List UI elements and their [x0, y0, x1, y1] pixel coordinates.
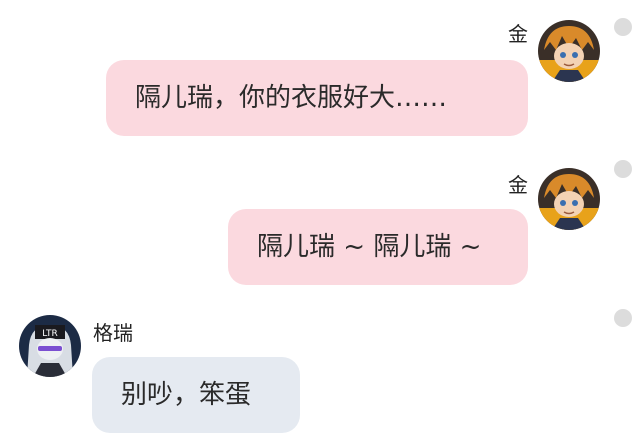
chat-message: 金 隔儿瑞 ~ 隔儿瑞 ~	[0, 150, 640, 295]
message-bubble[interactable]: 隔儿瑞 ~ 隔儿瑞 ~	[228, 209, 528, 285]
message-bubble[interactable]: 别吵，笨蛋	[92, 357, 300, 433]
sender-name: 格瑞	[93, 321, 133, 345]
svg-text:LTR: LTR	[42, 329, 58, 339]
message-bubble[interactable]: 隔儿瑞，你的衣服好大……	[106, 60, 528, 136]
chat-message: 金 隔儿瑞，你的衣服好大……	[0, 0, 640, 150]
chat-message: LTR 格瑞 别吵，笨蛋	[0, 295, 640, 447]
sender-name: 金	[508, 173, 528, 197]
sender-name: 金	[508, 22, 528, 46]
grey-avatar-icon[interactable]: LTR	[19, 315, 81, 377]
kim-avatar-icon[interactable]	[538, 168, 600, 230]
kim-avatar-icon[interactable]	[538, 20, 600, 82]
status-dot	[614, 309, 632, 327]
status-dot	[614, 160, 632, 178]
status-dot	[614, 18, 632, 36]
